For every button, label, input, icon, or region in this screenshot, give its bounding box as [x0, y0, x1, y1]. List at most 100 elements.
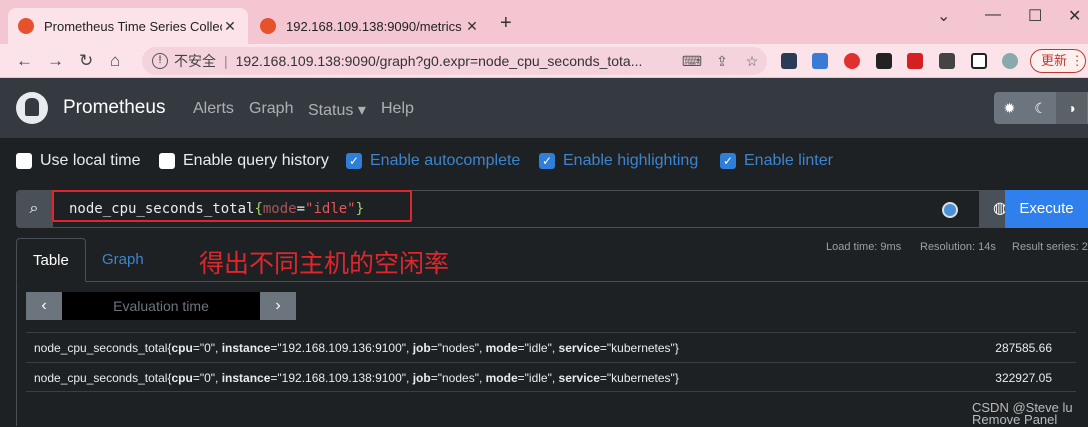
checkbox[interactable] — [159, 153, 175, 169]
load-time: Load time: 9ms — [826, 241, 902, 253]
browser-toolbar: ← → ↻ ⌂ ! 不安全 | 192.168.109.138:9090/gra… — [0, 44, 1088, 78]
prometheus-favicon-icon — [18, 18, 34, 34]
option-use-local-time[interactable]: Use local time — [16, 152, 140, 170]
result-series: Result series: 2 — [1012, 241, 1088, 253]
warning-icon: ! — [152, 53, 168, 69]
execute-button[interactable]: Execute — [1005, 190, 1088, 228]
share-icon[interactable]: ⇪ — [707, 53, 737, 70]
tab-table[interactable]: Table — [16, 238, 86, 282]
extension-icon[interactable] — [812, 53, 828, 69]
label-key: service — [558, 371, 600, 385]
extension-icon[interactable] — [781, 53, 797, 69]
series-value: 287585.66 — [995, 341, 1052, 355]
close-tab-icon[interactable]: ✕ — [464, 18, 480, 35]
label-key: instance — [221, 371, 271, 385]
option-label: Use local time — [40, 152, 141, 169]
label-key: cpu — [171, 371, 193, 385]
label-value: "0" — [199, 371, 216, 385]
label-key: cpu — [171, 341, 193, 355]
checkbox-checked[interactable]: ✓ — [346, 153, 362, 169]
theme-toggle-group: ✹ ☾ ◑ — [994, 92, 1088, 124]
caret-down-icon: ▾ — [357, 102, 366, 119]
tab-title: 192.168.109.138:9090/metrics — [286, 18, 462, 34]
option-linter[interactable]: ✓ Enable linter — [720, 152, 833, 170]
search-icon: ⌕ — [16, 190, 52, 228]
minimize-icon[interactable]: — — [985, 6, 1001, 24]
close-tab-icon[interactable]: ✕ — [222, 18, 238, 35]
nav-graph[interactable]: Graph — [249, 100, 293, 118]
nav-alerts[interactable]: Alerts — [193, 100, 234, 118]
forward-icon[interactable]: → — [47, 51, 64, 71]
option-label: Enable query history — [183, 152, 329, 169]
option-autocomplete[interactable]: ✓ Enable autocomplete — [346, 152, 520, 170]
label-value: "idle" — [524, 371, 552, 385]
label-value: "idle" — [524, 341, 552, 355]
browser-tabstrip: Prometheus Time Series Collec ✕ 192.168.… — [0, 0, 1088, 44]
label-key: mode — [485, 371, 518, 385]
label-key: instance — [221, 341, 271, 355]
browser-theme-icon[interactable]: ◑ — [1056, 92, 1087, 124]
url-text: 192.168.109.138:9090/graph?g0.expr=node_… — [235, 53, 643, 69]
prometheus-logo-icon[interactable] — [16, 92, 48, 124]
maximize-icon[interactable]: ☐ — [1028, 6, 1042, 26]
divider: | — [224, 53, 228, 69]
watermark: CSDN @Steve lu Remove Panel — [972, 401, 1073, 426]
series-name: node_cpu_seconds_total — [34, 371, 168, 385]
nav-status-label: Status — [308, 102, 354, 119]
label-value: "kubernetes" — [606, 371, 675, 385]
nav-status[interactable]: Status ▾ — [308, 100, 366, 120]
checkbox[interactable] — [16, 153, 32, 169]
option-label: Enable autocomplete — [370, 152, 521, 169]
insecure-label: 不安全 — [174, 53, 216, 69]
light-theme-icon[interactable]: ✹ — [994, 92, 1025, 124]
series-value: 322927.05 — [995, 371, 1052, 385]
browser-tab-prometheus[interactable]: Prometheus Time Series Collec ✕ — [8, 8, 248, 44]
option-label: Enable highlighting — [563, 152, 699, 169]
update-label: 更新 — [1041, 53, 1068, 68]
new-tab-button[interactable]: + — [500, 12, 512, 35]
remove-panel-link[interactable]: Remove Panel — [972, 413, 1073, 426]
option-label: Enable linter — [744, 152, 833, 169]
gear-icon[interactable] — [942, 202, 958, 218]
chevron-left-icon[interactable]: ‹ — [26, 292, 62, 320]
label-value: "nodes" — [437, 341, 479, 355]
label-key: job — [412, 371, 431, 385]
back-icon[interactable]: ← — [16, 51, 33, 71]
translate-icon[interactable]: ⌨ — [677, 53, 707, 70]
query-bar: ⌕ node_cpu_seconds_total{mode="idle"} ◍ … — [16, 190, 1088, 228]
extension-icon[interactable] — [844, 53, 860, 69]
table-row: node_cpu_seconds_total{cpu="0", instance… — [26, 332, 1076, 362]
update-button[interactable]: 更新 ⋮ — [1030, 49, 1086, 73]
label-key: mode — [485, 341, 518, 355]
brand-title[interactable]: Prometheus — [63, 97, 165, 119]
avatar[interactable] — [1002, 53, 1018, 69]
home-icon[interactable]: ⌂ — [110, 51, 120, 71]
reload-icon[interactable]: ↻ — [79, 51, 93, 71]
address-bar[interactable]: ! 不安全 | 192.168.109.138:9090/graph?g0.ex… — [142, 47, 767, 75]
chevron-down-icon[interactable]: ⌄ — [937, 6, 950, 26]
checkbox-checked[interactable]: ✓ — [539, 153, 555, 169]
browser-tab-metrics[interactable]: 192.168.109.138:9090/metrics ✕ — [250, 8, 490, 44]
prometheus-favicon-icon — [260, 18, 276, 34]
tab-title: Prometheus Time Series Collec — [44, 18, 222, 34]
sidebar-icon[interactable] — [971, 53, 987, 69]
option-highlighting[interactable]: ✓ Enable highlighting — [539, 152, 698, 170]
annotation-highlight-box — [52, 190, 412, 222]
checkbox-checked[interactable]: ✓ — [720, 153, 736, 169]
evaluation-time-input[interactable]: Evaluation time — [62, 292, 260, 320]
nav-help[interactable]: Help — [381, 100, 414, 118]
option-query-history[interactable]: Enable query history — [159, 152, 329, 170]
tab-graph[interactable]: Graph — [86, 238, 160, 282]
pdf-extension-icon[interactable] — [907, 53, 923, 69]
label-value: "nodes" — [437, 371, 479, 385]
bookmark-star-icon[interactable]: ☆ — [737, 53, 767, 70]
puzzle-icon[interactable] — [939, 53, 955, 69]
resolution: Resolution: 14s — [920, 241, 996, 253]
label-value: "192.168.109.138:9100" — [277, 371, 407, 385]
chevron-right-icon[interactable]: › — [260, 292, 296, 320]
label-value: "0" — [199, 341, 216, 355]
dark-theme-icon[interactable]: ☾ — [1025, 92, 1056, 124]
close-window-icon[interactable]: ✕ — [1068, 6, 1081, 26]
annotation-text: 得出不同主机的空闲率 — [199, 250, 450, 278]
extension-icon[interactable] — [876, 53, 892, 69]
